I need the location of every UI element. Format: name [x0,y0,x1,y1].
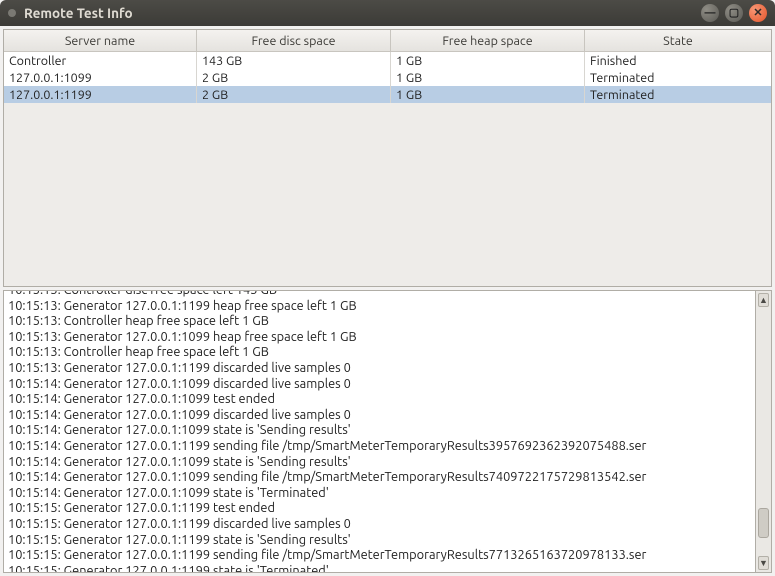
log-line: 10:15:14: Generator 127.0.0.1:1199 sendi… [8,439,751,455]
col-server-name[interactable]: Server name [4,30,197,51]
log-area: 10:15:13: Controller disc free space lef… [3,290,772,573]
table-cell: 127.0.0.1:1099 [4,69,197,86]
table-header-row: Server name Free disc space Free heap sp… [4,30,771,52]
minimize-button[interactable]: — [701,4,719,22]
table-row[interactable]: 127.0.0.1:11992 GB1 GBTerminated [4,86,771,103]
col-state[interactable]: State [585,30,771,51]
log-line: 10:15:15: Generator 127.0.0.1:1199 state… [8,533,751,549]
app-indicator-icon [8,9,16,17]
log-line: 10:15:14: Generator 127.0.0.1:1099 state… [8,455,751,471]
log-line: 10:15:15: Generator 127.0.0.1:1199 sendi… [8,548,751,564]
table-cell: Terminated [585,69,771,86]
log-line: 10:15:14: Generator 127.0.0.1:1099 disca… [8,408,751,424]
scroll-down-button[interactable]: ▼ [758,556,769,570]
log-line: 10:15:14: Generator 127.0.0.1:1099 disca… [8,377,751,393]
window-content: Server name Free disc space Free heap sp… [0,26,775,576]
table-cell: 127.0.0.1:1199 [4,86,197,103]
window-titlebar[interactable]: Remote Test Info — ▢ ✕ [0,0,775,26]
log-line: 10:15:13: Generator 127.0.0.1:1099 heap … [8,330,751,346]
maximize-icon: ▢ [729,8,739,19]
table-row[interactable]: 127.0.0.1:10992 GB1 GBTerminated [4,69,771,86]
table-cell: 1 GB [391,86,585,103]
table-body: Controller143 GB1 GBFinished127.0.0.1:10… [4,52,771,286]
close-icon: ✕ [753,8,762,19]
log-line: 10:15:13: Controller heap free space lef… [8,345,751,361]
window-title: Remote Test Info [24,5,701,21]
log-line: 10:15:14: Generator 127.0.0.1:1099 state… [8,486,751,502]
log-line: 10:15:13: Controller heap free space lef… [8,314,751,330]
table-cell: Terminated [585,86,771,103]
table-row[interactable]: Controller143 GB1 GBFinished [4,52,771,69]
table-cell: 143 GB [197,52,391,69]
log-line: 10:15:13: Generator 127.0.0.1:1199 heap … [8,299,751,315]
col-free-disc-space[interactable]: Free disc space [197,30,391,51]
window-buttons: — ▢ ✕ [701,4,767,22]
log-line: 10:15:14: Generator 127.0.0.1:1099 state… [8,423,751,439]
log-line: 10:15:13: Controller disc free space lef… [8,290,751,299]
minimize-icon: — [705,8,716,19]
table-cell: 1 GB [391,69,585,86]
log-line: 10:15:13: Generator 127.0.0.1:1199 disca… [8,361,751,377]
col-free-heap-space[interactable]: Free heap space [391,30,585,51]
log-line: 10:15:14: Generator 127.0.0.1:1099 sendi… [8,470,751,486]
table-cell: Finished [585,52,771,69]
scroll-up-button[interactable]: ▲ [758,293,769,307]
table-cell: 1 GB [391,52,585,69]
maximize-button[interactable]: ▢ [725,4,743,22]
log-line: 10:15:15: Generator 127.0.0.1:1199 disca… [8,517,751,533]
table-cell: Controller [4,52,197,69]
table-cell: 2 GB [197,69,391,86]
log-pane[interactable]: 10:15:13: Controller disc free space lef… [3,290,756,573]
log-scrollbar[interactable]: ▲ ▼ [756,290,772,573]
scroll-thumb[interactable] [758,508,769,538]
log-line: 10:15:14: Generator 127.0.0.1:1099 test … [8,392,751,408]
server-table: Server name Free disc space Free heap sp… [3,29,772,287]
log-line: 10:15:15: Generator 127.0.0.1:1199 test … [8,501,751,517]
close-button[interactable]: ✕ [749,4,767,22]
table-cell: 2 GB [197,86,391,103]
log-line: 10:15:15: Generator 127.0.0.1:1199 state… [8,564,751,573]
